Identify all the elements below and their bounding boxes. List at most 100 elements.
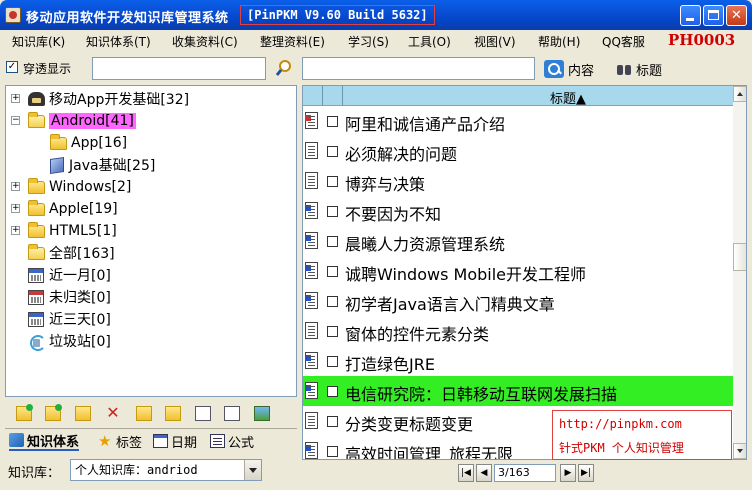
scroll-down-icon[interactable] [733,443,746,459]
table-row[interactable]: 诚聘Windows Mobile开发工程师 [303,256,733,286]
row-checkbox[interactable] [327,326,338,337]
scroll-up-icon[interactable] [733,86,746,102]
tree-item[interactable]: Windows[2] [28,176,131,198]
minimize-button[interactable] [680,5,701,26]
expand-icon[interactable]: + [11,204,20,213]
row-title: 诚聘Windows Mobile开发工程师 [345,265,586,284]
tab-formula[interactable]: 公式 [210,431,254,451]
image-icon[interactable] [254,406,270,421]
row-checkbox[interactable] [327,116,338,127]
transparent-checkbox[interactable]: ✓ [6,61,18,73]
last-page-icon[interactable]: ▶| [578,464,594,482]
table-row[interactable]: 初学者Java语言入门精典文章 [303,286,733,316]
row-title: 分类变更标题变更 [345,415,474,434]
document-icon[interactable] [195,406,211,421]
first-page-icon[interactable]: |◀ [458,464,474,482]
menu-tools[interactable]: 工具(O) [408,33,451,50]
search-input[interactable] [302,57,535,80]
table-row[interactable]: 不要因为不知 [303,196,733,226]
row-checkbox[interactable] [327,446,338,457]
row-checkbox[interactable] [327,206,338,217]
page-input[interactable]: 3/163 [494,464,556,482]
header-title[interactable]: 标题▲ [550,88,586,107]
expand-icon[interactable]: + [11,182,20,191]
promo-text: 针式PKM 个人知识管理 [559,441,684,455]
close-icon: ✕ [731,8,742,23]
new-folder-icon[interactable] [16,404,33,421]
table-row[interactable]: 窗体的控件元素分类 [303,316,733,346]
tree-item[interactable]: App[16] [50,132,127,154]
maximize-button[interactable] [703,5,724,26]
properties-icon[interactable] [224,406,240,421]
status-bar [0,486,752,490]
tree-item[interactable]: HTML5[1] [28,220,117,242]
table-row[interactable]: 博弈与决策 [303,166,733,196]
collapse-icon[interactable]: − [11,116,20,125]
menu-organize[interactable]: 整理资料(E) [260,33,325,50]
close-button[interactable]: ✕ [726,5,747,26]
menu-qq-service[interactable]: QQ客服 [602,33,645,50]
search-bar: ✓ 穿透显示 内容 标题 [0,54,752,84]
menu-collect[interactable]: 收集资料(C) [172,33,238,50]
tab-label: 日期 [171,435,198,451]
menu-code: PH0003 [668,31,736,49]
table-row-highlighted[interactable]: 电信研究院：日韩移动互联网发展扫描 [303,376,733,406]
row-title: 打造绿色JRE [345,355,435,374]
header-icon-col[interactable] [303,86,323,106]
new-subfolder-icon[interactable] [45,404,62,421]
table-row[interactable]: 打造绿色JRE [303,346,733,376]
expand-icon[interactable]: + [11,94,20,103]
tree-item[interactable]: Java基础[25] [50,154,155,176]
search-icon[interactable] [275,59,293,77]
chevron-down-icon[interactable] [244,460,261,480]
tree-item[interactable]: 近一月[0] [28,264,111,286]
menu-knowledge-system[interactable]: 知识体系(T) [86,33,151,50]
tree-item[interactable]: 垃圾站[0] [28,330,111,352]
filter-input[interactable] [92,57,266,80]
row-checkbox[interactable] [327,266,338,277]
tree-item[interactable]: 未归类[0] [28,286,111,308]
table-row[interactable]: 阿里和诚信通产品介绍 [303,106,733,136]
folder-icon [28,199,45,216]
expand-icon[interactable]: + [11,226,20,235]
cube-icon [50,156,64,174]
next-page-icon[interactable]: ▶ [560,464,576,482]
tab-tags[interactable]: ★ 标签 [98,431,142,451]
tab-knowledge-system[interactable]: 知识体系 [9,431,80,451]
menu-view[interactable]: 视图(V) [474,33,516,50]
menu-knowledge-base[interactable]: 知识库(K) [12,33,65,50]
notepad-icon [305,412,318,429]
move-up-icon[interactable] [136,406,152,421]
delete-icon[interactable]: ✕ [105,405,121,421]
row-checkbox[interactable] [327,146,338,157]
tab-date[interactable]: 日期 [153,431,197,451]
table-row[interactable]: 必须解决的问题 [303,136,733,166]
row-checkbox[interactable] [327,416,338,427]
promo-url[interactable]: http://pinpkm.com [559,417,682,431]
header-check-col[interactable] [323,86,343,106]
word-doc-icon [305,292,318,309]
tree-item[interactable]: Apple[19] [28,198,118,220]
kb-select[interactable]: 个人知识库：andriod [70,459,262,481]
menu-help[interactable]: 帮助(H) [538,33,580,50]
move-down-icon[interactable] [165,406,181,421]
tree-item-selected[interactable]: Android[41] [28,110,136,132]
tree-item[interactable]: 全部[163] [28,242,115,264]
table-row[interactable]: 晨曦人力资源管理系统 [303,226,733,256]
row-checkbox[interactable] [327,296,338,307]
row-checkbox[interactable] [327,236,338,247]
tree-item[interactable]: 近三天[0] [28,308,111,330]
row-checkbox[interactable] [327,356,338,367]
search-content-button[interactable]: 内容 [544,58,594,80]
prev-page-icon[interactable]: ◀ [476,464,492,482]
row-checkbox[interactable] [327,176,338,187]
list-scrollbar[interactable] [733,86,746,459]
row-checkbox[interactable] [327,386,338,397]
menu-study[interactable]: 学习(S) [348,33,389,50]
tree-item-label: 近一月[0] [49,268,111,284]
scroll-thumb[interactable] [733,243,746,271]
tree-item[interactable]: 移动App开发基础[32] [28,88,189,110]
search-title-button[interactable]: 标题 [616,58,662,80]
magnifier-icon [544,60,564,78]
rename-folder-icon[interactable] [75,406,91,421]
